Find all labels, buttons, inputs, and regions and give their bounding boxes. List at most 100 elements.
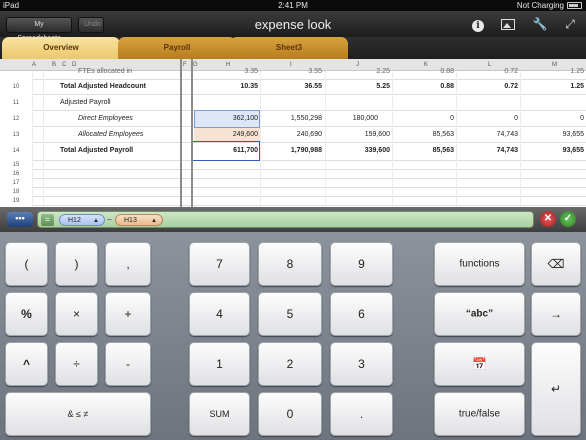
row13-i[interactable]: 240,690 — [262, 131, 322, 138]
row-number-13[interactable]: 13 — [0, 132, 32, 138]
cancel-formula-button[interactable]: ✕ — [540, 211, 556, 227]
tab-sheet3[interactable]: Sheet3 — [230, 37, 348, 59]
row10-label[interactable]: Total Adjusted Headcount — [60, 83, 146, 90]
key-true-false[interactable]: true/false — [434, 392, 525, 436]
key-comma[interactable]: , — [105, 242, 151, 286]
tab-payroll[interactable]: Payroll — [118, 37, 236, 59]
key-comparison[interactable]: & ≤ ≠ — [5, 392, 151, 436]
info-icon[interactable]: i — [470, 16, 486, 32]
col-header-a[interactable]: A — [32, 62, 36, 68]
row9-l[interactable]: 0.72 — [458, 68, 518, 75]
key-minus[interactable]: - — [105, 342, 151, 386]
key-5[interactable]: 5 — [258, 292, 322, 336]
row14-k[interactable]: 85,563 — [394, 147, 454, 154]
formula-input[interactable]: = H12 ▲ − H13 ▲ — [37, 211, 534, 228]
key-right-paren[interactable]: ) — [55, 242, 98, 286]
row10-i[interactable]: 36.55 — [262, 83, 322, 90]
row-number-19[interactable]: 19 — [0, 198, 32, 204]
formula-menu-button[interactable]: ••• — [7, 212, 33, 227]
row11-label[interactable]: Adjusted Payroll — [60, 99, 111, 106]
row10-k[interactable]: 0.88 — [394, 83, 454, 90]
spreadsheet-grid[interactable]: A B C D F G H I J K L M FTEs allocated i… — [0, 59, 586, 207]
row14-label[interactable]: Total Adjusted Payroll — [60, 147, 133, 154]
row12-l[interactable]: 0 — [458, 115, 518, 122]
row10-j[interactable]: 5.25 — [328, 83, 390, 90]
row-number-17[interactable]: 17 — [0, 180, 32, 186]
backspace-icon[interactable]: ⌫ — [531, 242, 581, 286]
key-left-paren[interactable]: ( — [5, 242, 48, 286]
row-number-16[interactable]: 16 — [0, 171, 32, 177]
key-multiply[interactable]: × — [55, 292, 98, 336]
row-number-14[interactable]: 14 — [0, 148, 32, 154]
row-number-11[interactable]: 11 — [0, 100, 32, 106]
col-header-b[interactable]: B — [52, 62, 56, 68]
row14-l[interactable]: 74,743 — [458, 147, 518, 154]
battery-icon — [567, 2, 582, 9]
return-icon[interactable]: ↵ — [531, 342, 581, 436]
key-functions[interactable]: functions — [434, 242, 525, 286]
row13-k[interactable]: 85,563 — [394, 131, 454, 138]
row14-j[interactable]: 339,600 — [328, 147, 390, 154]
row9-i[interactable]: 3.55 — [262, 68, 322, 75]
key-7[interactable]: 7 — [189, 242, 250, 286]
tab-overview[interactable]: Overview — [2, 37, 120, 59]
row14-m[interactable]: 93,655 — [522, 147, 584, 154]
row12-j[interactable]: 180,000 — [328, 115, 378, 122]
row9-k[interactable]: 0.88 — [394, 68, 454, 75]
cell-reference-token-h13[interactable]: H13 ▲ — [115, 214, 163, 226]
row9-m[interactable]: 1.25 — [522, 68, 584, 75]
row13-h[interactable]: 249,600 — [200, 131, 258, 138]
row9-label[interactable]: FTEs allocated in — [78, 68, 132, 75]
row-number-15[interactable]: 15 — [0, 162, 32, 168]
key-2[interactable]: 2 — [258, 342, 322, 386]
key-1[interactable]: 1 — [189, 342, 250, 386]
row9-j[interactable]: 2.25 — [328, 68, 390, 75]
row13-j[interactable]: 159,600 — [328, 131, 390, 138]
arrow-right-icon[interactable]: → — [531, 292, 581, 336]
key-9[interactable]: 9 — [330, 242, 393, 286]
key-8[interactable]: 8 — [258, 242, 322, 286]
row13-m[interactable]: 93,655 — [522, 131, 584, 138]
col-header-f[interactable]: F — [183, 62, 187, 68]
row12-h[interactable]: 362,100 — [200, 115, 258, 122]
image-icon[interactable] — [500, 16, 516, 32]
col-header-d[interactable]: D — [72, 62, 76, 68]
key-decimal[interactable]: . — [330, 392, 393, 436]
row12-i[interactable]: 1,550,298 — [262, 115, 322, 122]
cell-reference-token-h12[interactable]: H12 ▲ — [59, 214, 105, 226]
row-number-18[interactable]: 18 — [0, 189, 32, 195]
key-divide[interactable]: ÷ — [55, 342, 98, 386]
row10-m[interactable]: 1.25 — [522, 83, 584, 90]
formula-operator: − — [107, 215, 112, 224]
row13-l[interactable]: 74,743 — [458, 131, 518, 138]
col-header-c[interactable]: C — [62, 62, 66, 68]
row13-label[interactable]: Allocated Employees — [78, 131, 143, 138]
frozen-column-divider-2 — [191, 59, 193, 207]
row-number-10[interactable]: 10 — [0, 84, 32, 90]
key-4[interactable]: 4 — [189, 292, 250, 336]
row10-h[interactable]: 10.35 — [200, 83, 258, 90]
key-plus[interactable]: + — [105, 292, 151, 336]
accept-formula-button[interactable]: ✓ — [560, 211, 576, 227]
key-0[interactable]: 0 — [258, 392, 322, 436]
wrench-icon[interactable]: 🔧 — [532, 16, 548, 32]
title-bar: My Spreadsheets Undo expense look i 🔧 ⤢ — [0, 11, 586, 42]
row9-h[interactable]: 3.35 — [200, 68, 258, 75]
key-percent[interactable]: % — [5, 292, 48, 336]
key-caret[interactable]: ^ — [5, 342, 48, 386]
key-sum[interactable]: SUM — [189, 392, 250, 436]
row14-i[interactable]: 1,790,988 — [262, 147, 322, 154]
fullscreen-icon[interactable]: ⤢ — [562, 16, 578, 32]
key-3[interactable]: 3 — [330, 342, 393, 386]
row12-m[interactable]: 0 — [522, 115, 584, 122]
key-6[interactable]: 6 — [330, 292, 393, 336]
col-header-g[interactable]: G — [193, 62, 198, 68]
row10-l[interactable]: 0.72 — [458, 83, 518, 90]
row14-h[interactable]: 611,700 — [200, 147, 258, 154]
formula-bar: ••• = H12 ▲ − H13 ▲ ✕ ✓ — [0, 207, 586, 232]
calendar-clock-icon[interactable]: 📅 — [434, 342, 525, 386]
row-number-12[interactable]: 12 — [0, 116, 32, 122]
key-text-string[interactable]: “abc” — [434, 292, 525, 336]
row12-label[interactable]: Direct Employees — [78, 115, 133, 122]
row12-k[interactable]: 0 — [394, 115, 454, 122]
